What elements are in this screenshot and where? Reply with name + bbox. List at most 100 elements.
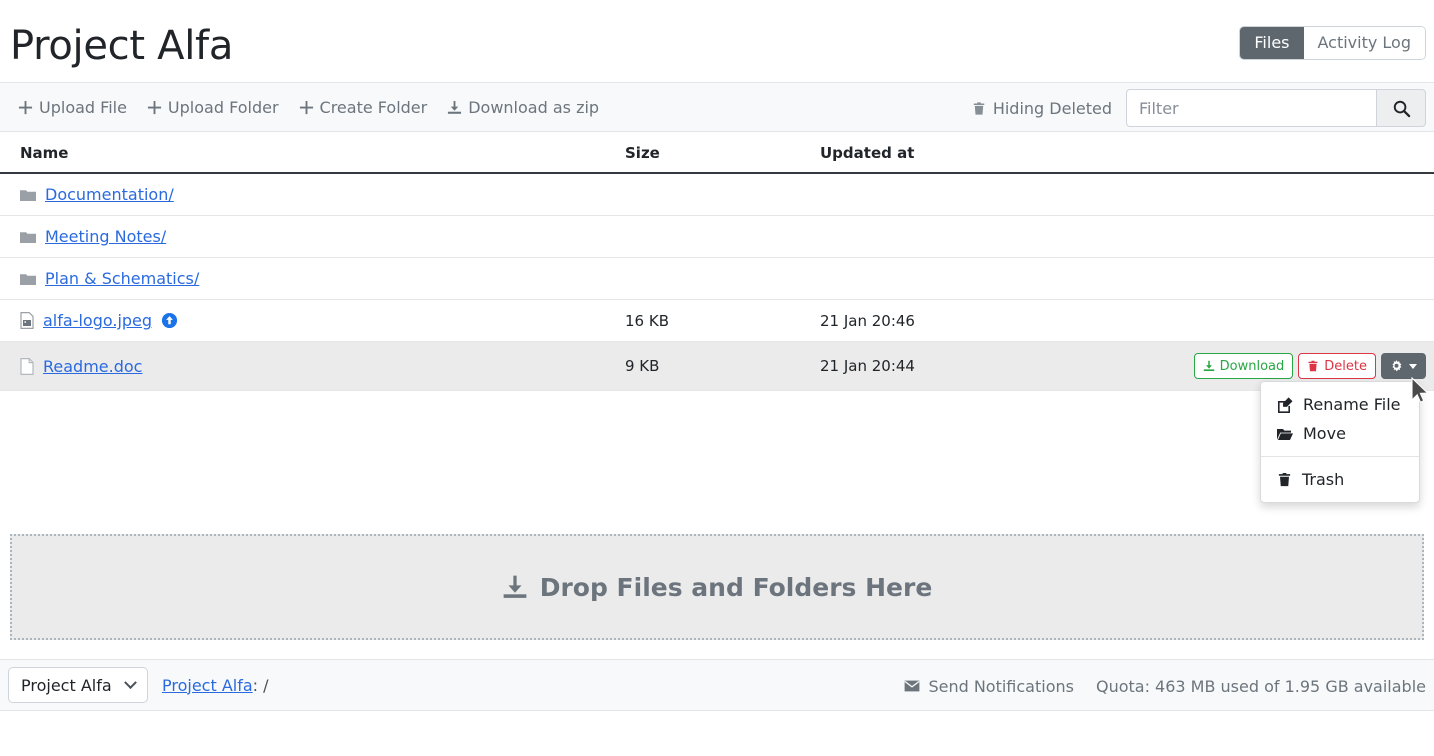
upload-badge-icon[interactable] — [161, 312, 178, 329]
create-folder-button[interactable]: Create Folder — [299, 98, 428, 117]
download-icon — [447, 100, 462, 115]
project-select[interactable]: Project Alfa — [8, 667, 148, 703]
table-row[interactable]: Documentation/ — [0, 173, 1434, 216]
hiding-deleted-toggle[interactable]: Hiding Deleted — [972, 99, 1112, 118]
folder-icon — [20, 272, 36, 286]
download-button-label: Download — [1220, 359, 1285, 374]
file-size: 9 KB — [625, 342, 820, 391]
file-size — [625, 173, 820, 216]
row-options-button[interactable] — [1381, 353, 1426, 379]
file-updated — [820, 173, 1130, 216]
trash-icon — [972, 101, 986, 116]
trash-icon — [1307, 360, 1319, 372]
menu-divider — [1261, 456, 1419, 457]
hiding-deleted-label: Hiding Deleted — [993, 99, 1112, 118]
file-updated: 21 Jan 20:46 — [820, 300, 1130, 342]
file-name-link[interactable]: Meeting Notes/ — [45, 227, 166, 246]
menu-item-label: Move — [1303, 424, 1346, 443]
folder-open-icon — [1277, 427, 1293, 441]
upload-file-label: Upload File — [39, 98, 127, 117]
toolbar-right: Hiding Deleted — [972, 83, 1426, 133]
envelope-icon — [904, 680, 920, 692]
file-size: 16 KB — [625, 300, 820, 342]
file-size — [625, 216, 820, 258]
upload-file-button[interactable]: Upload File — [18, 98, 127, 117]
menu-item-trash[interactable]: Trash — [1261, 465, 1419, 494]
table-row[interactable]: Meeting Notes/ — [0, 216, 1434, 258]
file-name-link[interactable]: Readme.doc — [43, 357, 142, 376]
view-tab-group: Files Activity Log — [1239, 26, 1426, 60]
file-name-link[interactable]: Plan & Schematics/ — [45, 269, 199, 288]
breadcrumb: Project Alfa: / — [162, 676, 269, 695]
plus-icon — [147, 100, 162, 115]
toolbar: Upload File Upload Folder Create Folder … — [0, 82, 1434, 132]
send-notifications-button[interactable]: Send Notifications — [904, 677, 1074, 696]
menu-item-move[interactable]: Move — [1261, 419, 1419, 448]
table-row[interactable]: alfa-logo.jpeg 16 KB 21 Jan 20:46 — [0, 300, 1434, 342]
table-row[interactable]: Readme.doc 9 KB 21 Jan 20:44 Download — [0, 342, 1434, 391]
breadcrumb-suffix: : / — [253, 676, 269, 695]
search-icon — [1392, 99, 1411, 118]
filter-group — [1126, 89, 1426, 127]
row-actions: Download Delete — [1130, 353, 1434, 379]
send-notifications-label: Send Notifications — [928, 677, 1074, 696]
menu-item-rename-file[interactable]: Rename File — [1261, 390, 1419, 419]
file-size — [625, 258, 820, 300]
upload-folder-label: Upload Folder — [168, 98, 279, 117]
column-header-updated[interactable]: Updated at — [820, 132, 1130, 173]
chevron-down-icon — [1409, 364, 1417, 369]
upload-folder-button[interactable]: Upload Folder — [147, 98, 279, 117]
delete-button-label: Delete — [1324, 359, 1367, 374]
file-name-link[interactable]: Documentation/ — [45, 185, 174, 204]
search-button[interactable] — [1376, 89, 1426, 127]
row-options-dropdown-menu: Rename File Move Trash — [1260, 381, 1420, 503]
mouse-cursor — [1411, 377, 1431, 411]
file-name-link[interactable]: alfa-logo.jpeg — [43, 311, 152, 330]
tab-files[interactable]: Files — [1240, 27, 1303, 59]
tab-activity-log[interactable]: Activity Log — [1304, 27, 1426, 59]
chevron-down-icon — [124, 676, 137, 689]
download-zip-label: Download as zip — [468, 98, 599, 117]
plus-icon — [18, 100, 33, 115]
folder-icon — [20, 230, 36, 244]
search-input[interactable] — [1126, 89, 1376, 127]
create-folder-label: Create Folder — [320, 98, 428, 117]
file-updated — [820, 216, 1130, 258]
trash-icon — [1277, 472, 1292, 487]
quota-status: Quota: 463 MB used of 1.95 GB available — [1096, 677, 1426, 696]
download-button[interactable]: Download — [1194, 353, 1294, 379]
dropzone-label: Drop Files and Folders Here — [540, 573, 933, 602]
row-actions-cell — [1130, 216, 1434, 258]
gear-icon — [1390, 360, 1403, 373]
file-dropzone[interactable]: Drop Files and Folders Here — [10, 534, 1424, 640]
column-header-actions — [1130, 132, 1434, 173]
download-as-zip-button[interactable]: Download as zip — [447, 98, 599, 117]
document-file-icon — [20, 358, 34, 375]
footer-bar: Project Alfa Project Alfa: / Send Notifi… — [0, 659, 1434, 711]
page-title: Project Alfa — [10, 22, 233, 70]
page-header: Project Alfa Files Activity Log — [0, 0, 1434, 82]
project-select-value: Project Alfa — [21, 676, 112, 695]
plus-icon — [299, 100, 314, 115]
breadcrumb-link-project[interactable]: Project Alfa — [162, 676, 253, 695]
download-icon — [502, 574, 528, 600]
download-icon — [1203, 360, 1215, 372]
row-actions-cell — [1130, 258, 1434, 300]
row-actions-cell — [1130, 173, 1434, 216]
column-header-size[interactable]: Size — [625, 132, 820, 173]
edit-icon — [1277, 397, 1293, 413]
image-file-icon — [20, 312, 34, 329]
menu-item-label: Rename File — [1303, 395, 1400, 414]
file-table: Name Size Updated at Documentation/ — [0, 132, 1434, 391]
folder-icon — [20, 188, 36, 202]
column-header-name[interactable]: Name — [0, 132, 625, 173]
row-actions-cell — [1130, 300, 1434, 342]
table-header-row: Name Size Updated at — [0, 132, 1434, 173]
file-updated — [820, 258, 1130, 300]
toolbar-actions: Upload File Upload Folder Create Folder … — [8, 98, 599, 117]
menu-item-label: Trash — [1302, 470, 1344, 489]
footer-right: Send Notifications Quota: 463 MB used of… — [904, 660, 1426, 712]
file-updated: 21 Jan 20:44 — [820, 342, 1130, 391]
delete-button[interactable]: Delete — [1298, 353, 1376, 379]
table-row[interactable]: Plan & Schematics/ — [0, 258, 1434, 300]
